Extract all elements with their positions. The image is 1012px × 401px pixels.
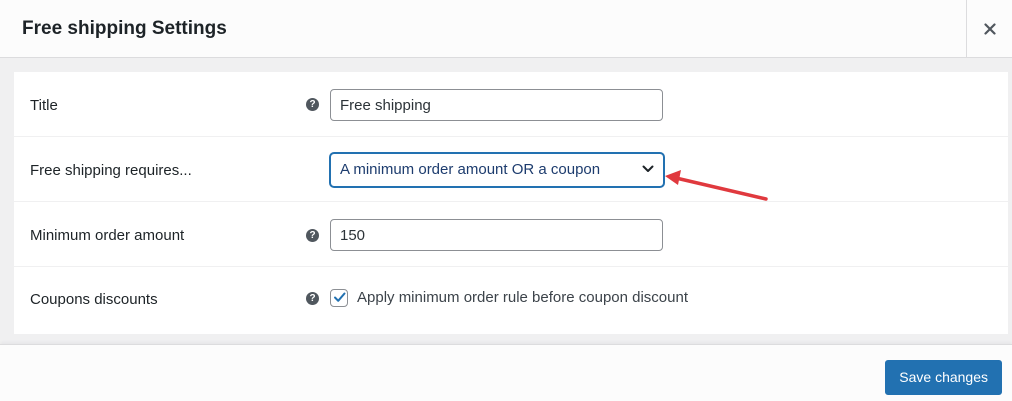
modal-body: Title ? Free shipping requires... A mini…	[0, 58, 1012, 344]
title-row: Title ?	[14, 72, 1008, 137]
help-icon[interactable]: ?	[306, 98, 319, 111]
help-icon[interactable]: ?	[306, 229, 319, 242]
save-changes-button[interactable]: Save changes	[885, 360, 1002, 395]
coupons-row: Coupons discounts ? Apply minimum order …	[14, 267, 1008, 334]
shipping-settings-modal: Free shipping Settings Title ? Free ship…	[0, 0, 1012, 401]
annotation-arrow-icon	[665, 170, 768, 201]
coupons-label: Coupons discounts	[30, 291, 158, 308]
min-amount-label: Minimum order amount	[30, 227, 185, 244]
requires-label: Free shipping requires...	[30, 162, 192, 179]
modal-footer: Save changes	[0, 344, 1012, 401]
title-label: Title	[30, 97, 58, 114]
modal-title: Free shipping Settings	[22, 18, 227, 39]
requires-select[interactable]: A minimum order amount OR a coupon	[330, 153, 664, 187]
min-amount-row: Minimum order amount ?	[14, 202, 1008, 267]
coupons-checkbox-label[interactable]: Apply minimum order rule before coupon d…	[357, 288, 688, 308]
requires-row: Free shipping requires... A minimum orde…	[14, 137, 1008, 202]
help-icon[interactable]: ?	[306, 292, 319, 305]
requires-select-value: A minimum order amount OR a coupon	[340, 161, 601, 178]
coupons-checkbox[interactable]	[330, 289, 348, 307]
settings-panel: Title ? Free shipping requires... A mini…	[14, 72, 1008, 334]
chevron-down-icon	[642, 165, 654, 172]
modal-header: Free shipping Settings	[0, 0, 1012, 58]
title-input[interactable]	[330, 89, 663, 121]
close-icon	[983, 22, 996, 35]
close-button[interactable]	[966, 0, 1012, 57]
checkmark-icon	[334, 292, 346, 302]
min-amount-input[interactable]	[330, 219, 663, 251]
